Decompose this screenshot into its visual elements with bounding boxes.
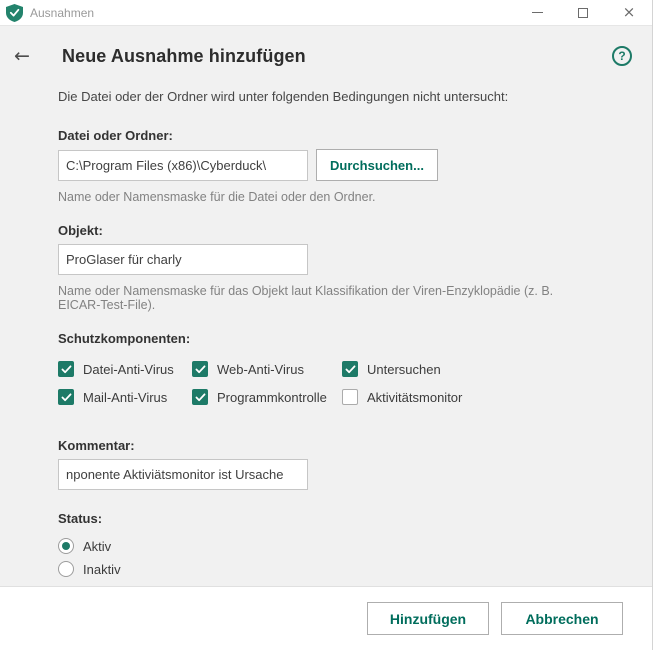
- add-button[interactable]: Hinzufügen: [367, 602, 489, 635]
- checkbox-box: [342, 361, 358, 377]
- window-controls: ×: [514, 0, 652, 25]
- minimize-button[interactable]: [514, 0, 560, 25]
- close-icon: ×: [622, 3, 636, 21]
- checkbox-mail-anti-virus[interactable]: Mail-Anti-Virus: [58, 389, 192, 405]
- protection-components-grid: Datei-Anti-Virus Web-Anti-Virus Untersuc…: [58, 355, 592, 411]
- object-label: Objekt:: [58, 223, 103, 238]
- close-button[interactable]: ×: [606, 0, 652, 25]
- radio-circle: [58, 538, 74, 554]
- radio-circle: [58, 561, 74, 577]
- dialog-content: ← Neue Ausnahme hinzufügen ? Die Datei o…: [0, 26, 652, 586]
- checkbox-box: [192, 389, 208, 405]
- file-or-folder-label: Datei oder Ordner:: [58, 128, 173, 143]
- checkbox-aktivitaetsmonitor[interactable]: Aktivitätsmonitor: [342, 389, 592, 405]
- comment-input-row: [58, 459, 592, 490]
- exception-dialog-window: Ausnahmen × ← Neue Ausnahme hinzufügen ?…: [0, 0, 653, 650]
- checkbox-box: [58, 361, 74, 377]
- radio-aktiv[interactable]: Aktiv: [58, 538, 592, 554]
- checkbox-label: Untersuchen: [367, 361, 441, 377]
- checkbox-label: Aktivitätsmonitor: [367, 389, 463, 405]
- cancel-button[interactable]: Abbrechen: [501, 602, 623, 635]
- object-hint-text: Name oder Namensmaske für das Objekt lau…: [58, 284, 554, 312]
- object-input-row: [58, 244, 592, 275]
- file-hint-text: Name oder Namensmaske für die Datei oder…: [58, 190, 376, 204]
- file-path-input[interactable]: [58, 149, 308, 181]
- object-input[interactable]: [58, 244, 308, 275]
- file-input-row: Durchsuchen...: [58, 149, 592, 181]
- protection-components-label: Schutzkomponenten:: [58, 331, 191, 346]
- minimize-icon: [531, 12, 543, 13]
- checkbox-box: [342, 389, 358, 405]
- checkbox-programmkontrolle[interactable]: Programmkontrolle: [192, 389, 342, 405]
- checkbox-datei-anti-virus[interactable]: Datei-Anti-Virus: [58, 361, 192, 377]
- page-title: Neue Ausnahme hinzufügen: [62, 45, 306, 66]
- radio-label: Aktiv: [83, 538, 112, 554]
- checkbox-box: [192, 361, 208, 377]
- checkbox-untersuchen[interactable]: Untersuchen: [342, 361, 592, 377]
- checkbox-box: [58, 389, 74, 405]
- comment-label: Kommentar:: [58, 438, 135, 453]
- help-button[interactable]: ?: [612, 46, 632, 66]
- window-title: Ausnahmen: [30, 5, 95, 20]
- checkbox-web-anti-virus[interactable]: Web-Anti-Virus: [192, 361, 342, 377]
- page-header: ← Neue Ausnahme hinzufügen ?: [0, 26, 652, 72]
- radio-label: Inaktiv: [83, 561, 121, 577]
- kaspersky-shield-icon: [6, 4, 23, 22]
- maximize-icon: [578, 7, 588, 18]
- checkbox-label: Web-Anti-Virus: [217, 361, 304, 377]
- radio-inaktiv[interactable]: Inaktiv: [58, 561, 592, 577]
- checkbox-label: Datei-Anti-Virus: [83, 361, 174, 377]
- intro-text: Die Datei oder der Ordner wird unter fol…: [58, 89, 509, 104]
- checkbox-label: Programmkontrolle: [217, 389, 327, 405]
- comment-input[interactable]: [58, 459, 308, 490]
- checkbox-label: Mail-Anti-Virus: [83, 389, 168, 405]
- status-radio-group: Aktiv Inaktiv: [58, 538, 592, 577]
- dialog-footer: Hinzufügen Abbrechen: [0, 586, 652, 650]
- titlebar: Ausnahmen ×: [0, 0, 652, 26]
- browse-button[interactable]: Durchsuchen...: [316, 149, 438, 181]
- maximize-button[interactable]: [560, 0, 606, 25]
- status-label: Status:: [58, 511, 103, 526]
- back-button[interactable]: ←: [14, 46, 40, 66]
